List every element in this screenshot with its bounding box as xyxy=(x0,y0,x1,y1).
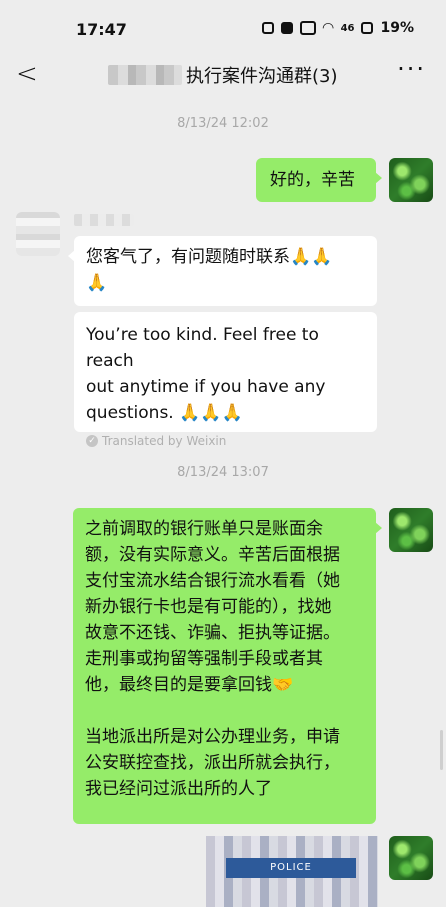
incoming-message[interactable]: 您客气了，有问题随时联系🙏🙏 🙏 xyxy=(68,236,377,306)
message-timestamp: 8/13/24 13:07 xyxy=(177,465,269,480)
redacted-name xyxy=(108,65,182,85)
translated-by-text: Translated by Weixin xyxy=(102,434,227,448)
message-timestamp: 8/13/24 12:02 xyxy=(177,116,269,131)
translation-text: You’re too kind. Feel free to reach out … xyxy=(86,325,326,423)
vibrate-icon xyxy=(280,22,293,34)
back-chevron-icon[interactable]: < xyxy=(16,59,38,89)
more-dots-icon[interactable]: ··· xyxy=(397,55,426,83)
status-time: 17:47 xyxy=(76,20,127,39)
message-text: 好的，辛苦 xyxy=(270,170,355,190)
outgoing-message[interactable]: 之前调取的银行账单只是账面余 额，没有实际意义。辛苦后面根据 支付宝流水结合银行… xyxy=(73,508,382,824)
my-avatar[interactable] xyxy=(389,158,433,202)
translated-label: ✓ Translated by Weixin xyxy=(86,434,365,448)
scrollbar[interactable] xyxy=(440,730,443,770)
check-icon: ✓ xyxy=(86,435,98,447)
sender-avatar[interactable] xyxy=(16,212,60,256)
battery-percent: 19% xyxy=(380,20,414,36)
wifi-icon: ◠ xyxy=(322,20,334,36)
battery-icon xyxy=(361,22,374,34)
chat-header: < 执行案件沟通群(3) ··· xyxy=(0,50,446,98)
image-caption: POLICE xyxy=(226,858,356,878)
status-icons: ◠ 46 19% xyxy=(261,20,414,36)
image-message[interactable]: POLICE xyxy=(206,836,378,907)
message-text: 您客气了，有问题随时联系🙏🙏 🙏 xyxy=(86,247,333,293)
sender-name-redacted xyxy=(74,214,134,226)
chat-title-text: 执行案件沟通群(3) xyxy=(186,66,338,87)
translation-card[interactable]: You’re too kind. Feel free to reach out … xyxy=(74,312,377,448)
my-avatar[interactable] xyxy=(389,836,433,880)
message-text: 之前调取的银行账单只是账面余 额，没有实际意义。辛苦后面根据 支付宝流水结合银行… xyxy=(85,519,340,799)
hd-icon xyxy=(299,21,316,35)
outgoing-message[interactable]: 好的，辛苦 xyxy=(256,158,382,202)
chat-title: 执行案件沟通群(3) xyxy=(108,62,338,88)
my-avatar[interactable] xyxy=(389,508,433,552)
signal-icon: 46 xyxy=(340,22,355,34)
nfc-icon xyxy=(261,22,274,34)
